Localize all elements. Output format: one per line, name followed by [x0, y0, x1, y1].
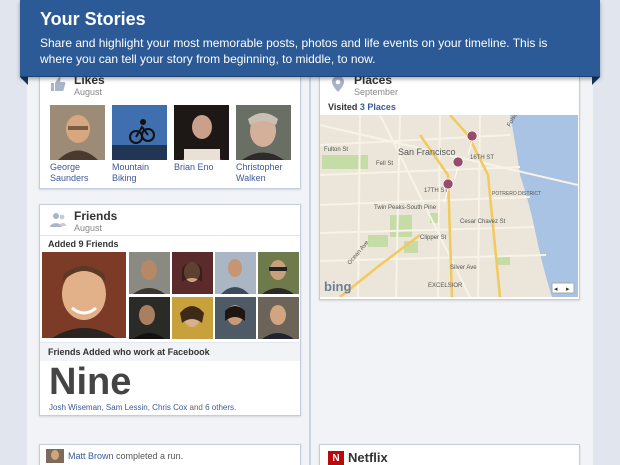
others-link[interactable]: 6 others.: [205, 403, 236, 412]
your-stories-banner: Your Stories Share and highlight your mo…: [20, 0, 600, 77]
like-item-george-saunders[interactable]: George Saunders: [50, 105, 105, 184]
bing-logo: bing: [324, 279, 351, 294]
map-label-twin-peaks: Twin Peaks-South Pine: [374, 205, 437, 211]
like-photo[interactable]: [236, 105, 291, 160]
likes-subtitle: August: [74, 87, 103, 97]
netflix-logo-icon: N: [328, 451, 344, 465]
map-label-fulton: Fulton St: [324, 147, 348, 153]
places-map[interactable]: San Francisco Fulton St Fell St 17TH ST …: [320, 115, 578, 297]
like-photo[interactable]: [50, 105, 105, 160]
friends-count-word: Nine: [49, 361, 132, 403]
park: [322, 155, 368, 169]
friend-photo[interactable]: [258, 252, 299, 294]
netflix-card: N Netflix: [319, 444, 580, 465]
banner-fold-left: [20, 77, 28, 85]
like-item-brian-eno[interactable]: Brian Eno: [174, 105, 229, 184]
thumbs-up-icon: [51, 77, 66, 91]
and-text: and: [189, 403, 203, 412]
likes-grid: George Saunders Mountain Biking Brian En…: [40, 99, 300, 184]
like-label[interactable]: Christopher Walken: [236, 162, 291, 184]
facebook-friends-label: Friends Added who work at Facebook: [40, 342, 300, 361]
activity-text: completed a run.: [116, 451, 184, 461]
map-label-fell: Fell St: [376, 161, 393, 167]
activity-line: Matt Brown completed a run.: [40, 445, 300, 463]
friend-photo-large[interactable]: [42, 252, 126, 338]
map-pan-right-icon[interactable]: ▸: [566, 286, 570, 293]
friend-photo[interactable]: [172, 252, 213, 294]
banner-title: Your Stories: [40, 9, 146, 29]
like-label[interactable]: Brian Eno: [174, 162, 229, 173]
places-subtitle: September: [354, 87, 399, 97]
friend-link-sam-lessin[interactable]: Sam Lessin: [106, 403, 148, 412]
map-label-clipper: Clipper St: [420, 235, 447, 241]
run-activity-card: Matt Brown completed a run.: [39, 444, 301, 465]
park: [368, 235, 388, 247]
visited-places-line: Visited 3 Places: [320, 99, 579, 115]
friend-link-josh-wiseman[interactable]: Josh Wiseman: [49, 403, 101, 412]
user-link[interactable]: Matt Brown: [68, 451, 114, 461]
user-avatar[interactable]: [46, 449, 64, 463]
friends-card: Friends August Added 9 Friends Friends A…: [39, 204, 301, 416]
map-label-16th: 16TH ST: [470, 155, 494, 161]
visited-prefix: Visited: [328, 102, 358, 112]
park: [390, 215, 412, 237]
places-card: Places September Visited 3 Places San Fr…: [319, 68, 580, 300]
friends-photo-grid: [42, 252, 299, 342]
friend-link-chris-cox[interactable]: Chris Cox: [152, 403, 187, 412]
map-label-city: San Francisco: [398, 147, 456, 157]
map-pan-left-icon[interactable]: ◂: [554, 286, 558, 293]
like-item-christopher-walken[interactable]: Christopher Walken: [236, 105, 291, 184]
friends-icon: [50, 213, 66, 227]
map-label-cesar: Cesar Chavez St: [460, 219, 506, 225]
like-label[interactable]: George Saunders: [50, 162, 105, 184]
like-photo[interactable]: [112, 105, 167, 160]
banner-fold-right: [592, 77, 600, 85]
friend-photo[interactable]: [172, 297, 213, 339]
like-label[interactable]: Mountain Biking: [112, 162, 167, 184]
friend-photo[interactable]: [129, 252, 170, 294]
friend-photo[interactable]: [129, 297, 170, 339]
netflix-title[interactable]: Netflix: [348, 450, 388, 465]
added-friends-label: Added 9 Friends: [40, 235, 300, 252]
map-label-potrero: POTRERO DISTRICT: [492, 191, 541, 197]
likes-card: Likes August George Saunders Mountain Bi…: [39, 68, 301, 189]
map-label-17th: 17TH ST: [424, 188, 448, 194]
map-label-excelsior: EXCELSIOR: [428, 283, 463, 289]
map-label-silver: Silver Ave: [450, 265, 477, 271]
like-photo[interactable]: [174, 105, 229, 160]
friends-title: Friends: [74, 209, 118, 223]
visited-places-link[interactable]: 3 Places: [360, 102, 396, 112]
friends-header: Friends August: [40, 205, 300, 235]
friend-photo[interactable]: [215, 297, 256, 339]
netflix-header: N Netflix: [320, 445, 579, 465]
friends-subtitle: August: [74, 223, 103, 233]
friends-name-list: Josh Wiseman, Sam Lessin, Chris Cox and …: [49, 403, 237, 412]
like-item-mountain-biking[interactable]: Mountain Biking: [112, 105, 167, 184]
friend-photo[interactable]: [215, 252, 256, 294]
map-pin-icon: [332, 76, 344, 92]
friend-photo[interactable]: [258, 297, 299, 339]
banner-description: Share and highlight your most memorable …: [40, 36, 548, 66]
